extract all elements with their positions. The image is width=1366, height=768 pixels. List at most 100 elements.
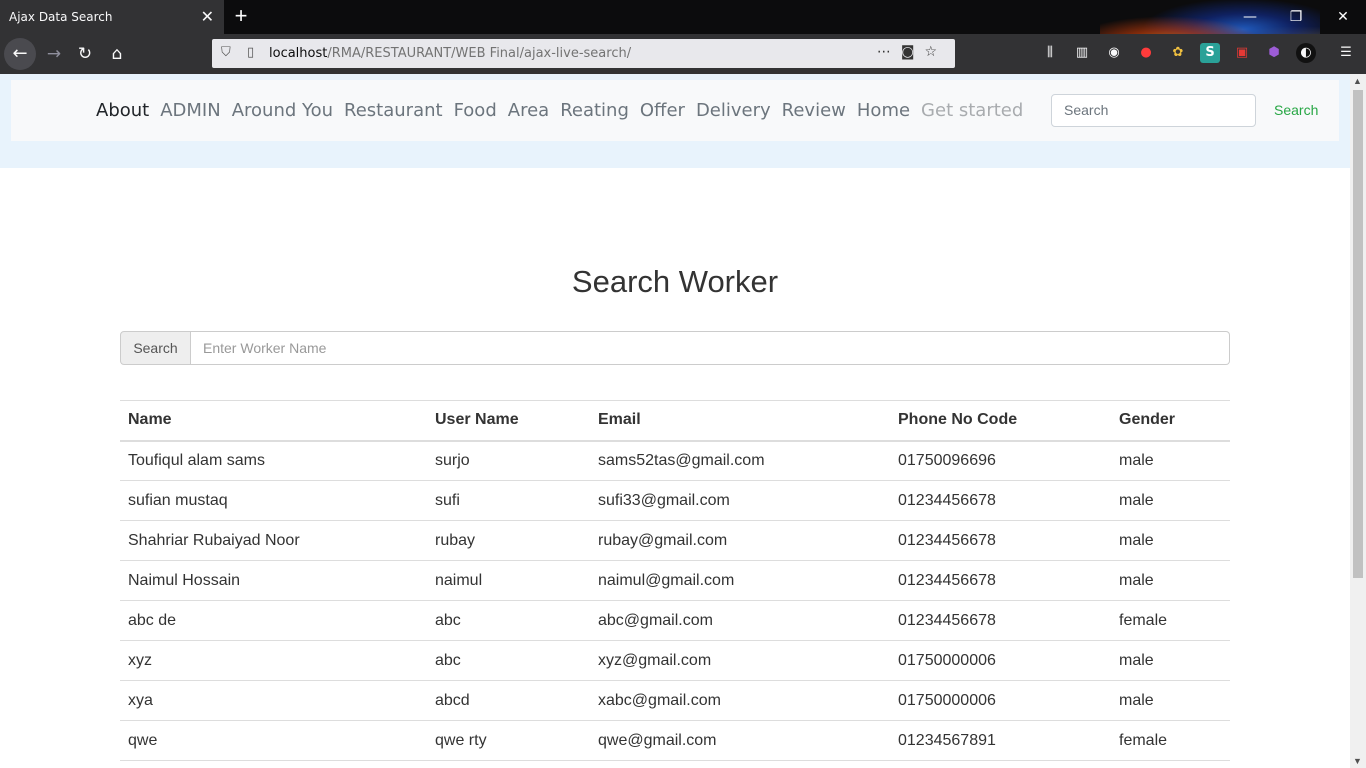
minimize-icon[interactable]: — (1227, 0, 1273, 34)
cell-gender: male (1111, 440, 1230, 481)
table-row: xyz abc xyz@gmail.com 01750000006 male (120, 640, 1230, 681)
sidebar-icon[interactable]: ▥ (1072, 43, 1092, 63)
extension-color-icon[interactable]: ✿ (1168, 43, 1188, 63)
site-search-input[interactable]: Search (1051, 94, 1256, 127)
cell-phone: 01234456678 (890, 480, 1111, 521)
header-user-name: User Name (427, 400, 590, 442)
extension-purple-icon[interactable]: ⬢ (1264, 43, 1284, 63)
menu-hamburger-icon[interactable]: ☰ (1336, 43, 1356, 63)
cell-user-name: abcd (427, 680, 590, 721)
url-host: localhost (269, 46, 328, 61)
browser-tab[interactable]: Ajax Data Search ✕ (0, 0, 224, 34)
reload-icon[interactable]: ↻ (71, 40, 99, 68)
table-row: abc de abc abc@gmail.com 01234456678 female (120, 600, 1230, 641)
page-title: Search Worker (571, 264, 779, 299)
cell-phone: 01750000006 (890, 640, 1111, 681)
header-email: Email (590, 400, 890, 442)
cell-gender: male (1111, 520, 1230, 561)
cell-name: Naimul Hossain (120, 560, 427, 601)
cell-name: xya (120, 680, 427, 721)
back-arrow-icon[interactable]: ← (4, 38, 36, 70)
header-phone: Phone No Code (890, 400, 1111, 442)
cell-user-name: rubay (427, 520, 590, 561)
table-row: Naimul Hossain naimul naimul@gmail.com 0123… (120, 560, 1230, 601)
url-text[interactable]: localhost/RMA/RESTAURANT/WEB Final/ajax-… (269, 46, 631, 61)
tab-title: Ajax Data Search (9, 10, 113, 24)
cell-name: xyz (120, 640, 427, 681)
cell-user-name: abc (427, 600, 590, 641)
restore-icon[interactable]: ❐ (1273, 0, 1319, 34)
page-scrollbar[interactable]: ▲ ▼ (1350, 74, 1366, 768)
address-bar[interactable]: ⛉ ▯ localhost/RMA/RESTAURANT/WEB Final/a… (212, 39, 955, 68)
cell-email: xabc@gmail.com (590, 680, 890, 721)
browser-titlebar: Ajax Data Search ✕ + — ❐ ✕ (0, 0, 1366, 74)
table-row: Toufiqul alam sams surjo sams52tas@gmail.c… (120, 440, 1230, 481)
cell-email: qwe@gmail.com (590, 720, 890, 761)
worker-table: Name User Name Email Phone No Code Gende… (120, 400, 1230, 761)
cell-email: naimul@gmail.com (590, 560, 890, 601)
nav-link-home[interactable]: Home (857, 100, 910, 121)
nav-link-area[interactable]: Area (508, 100, 549, 121)
cell-gender: male (1111, 560, 1230, 601)
nav-link-admin[interactable]: ADMIN (160, 100, 220, 121)
home-icon[interactable]: ⌂ (103, 40, 131, 68)
cell-email: rubay@gmail.com (590, 520, 890, 561)
header-name: Name (120, 400, 427, 442)
extension-screenshot-icon[interactable]: ▣ (1232, 43, 1252, 63)
tab-close-icon[interactable]: ✕ (201, 0, 214, 34)
site-search-button[interactable]: Search (1268, 94, 1324, 127)
cell-user-name: naimul (427, 560, 590, 601)
site-nav-links: About ADMIN Around You Restaurant Food Area Re… (96, 80, 1034, 141)
extension-dark-icon[interactable]: ◐ (1296, 43, 1316, 63)
account-icon[interactable]: ◉ (1104, 43, 1124, 63)
cell-name: qwe (120, 720, 427, 761)
scroll-thumb[interactable] (1353, 90, 1363, 578)
page-actions[interactable]: ⋯◙☆ (877, 44, 947, 60)
nav-link-get-started[interactable]: Get started (921, 100, 1023, 121)
worker-search-input[interactable]: Enter Worker Name (191, 331, 1230, 365)
scroll-down-icon[interactable]: ▼ (1353, 756, 1362, 766)
nav-link-food[interactable]: Food (454, 100, 497, 121)
cell-gender: female (1111, 720, 1230, 761)
url-path: /RMA/RESTAURANT/WEB Final/ajax-live-sear… (327, 46, 632, 61)
cell-phone: 01234456678 (890, 600, 1111, 641)
table-header-row: Name User Name Email Phone No Code Gende… (120, 400, 1230, 442)
forward-arrow-icon[interactable]: → (40, 40, 68, 68)
cell-name: Shahriar Rubaiyad Noor (120, 520, 427, 561)
scroll-up-icon[interactable]: ▲ (1353, 76, 1362, 86)
cell-user-name: surjo (427, 440, 590, 481)
worker-search-group: Search Enter Worker Name (120, 331, 1230, 365)
nav-link-reating[interactable]: Reating (560, 100, 629, 121)
cell-email: sams52tas@gmail.com (590, 440, 890, 481)
cell-phone: 01750000006 (890, 680, 1111, 721)
cell-gender: female (1111, 600, 1230, 641)
extension-lock-icon[interactable]: ● (1136, 43, 1156, 63)
cell-user-name: abc (427, 640, 590, 681)
cell-gender: male (1111, 480, 1230, 521)
cell-phone: 01750096696 (890, 440, 1111, 481)
tracking-shield-icon[interactable]: ⛉ (221, 45, 231, 60)
nav-link-review[interactable]: Review (782, 100, 846, 121)
cell-gender: male (1111, 640, 1230, 681)
new-tab-icon[interactable]: + (231, 4, 251, 28)
cell-user-name: qwe rty (427, 720, 590, 761)
window-close-icon[interactable]: ✕ (1320, 0, 1366, 34)
library-icon[interactable]: ⫼ (1040, 43, 1060, 63)
nav-link-delivery[interactable]: Delivery (696, 100, 771, 121)
site-header: About ADMIN Around You Restaurant Food Area Re… (0, 74, 1350, 168)
page-viewport: About ADMIN Around You Restaurant Food Area Re… (0, 74, 1350, 768)
page-info-icon[interactable]: ▯ (247, 45, 254, 60)
nav-link-offer[interactable]: Offer (640, 100, 685, 121)
table-row: qwe qwe rty qwe@gmail.com 01234567891 female (120, 720, 1230, 761)
nav-link-about[interactable]: About (96, 100, 149, 121)
cell-phone: 01234456678 (890, 520, 1111, 561)
nav-link-around-you[interactable]: Around You (232, 100, 333, 121)
site-navbar: About ADMIN Around You Restaurant Food Area Re… (11, 80, 1339, 141)
cell-name: Toufiqul alam sams (120, 440, 427, 481)
cell-name: abc de (120, 600, 427, 641)
extension-s-icon[interactable]: S (1200, 43, 1220, 63)
cell-name: sufian mustaq (120, 480, 427, 521)
cell-email: abc@gmail.com (590, 600, 890, 641)
nav-link-restaurant[interactable]: Restaurant (344, 100, 443, 121)
cell-email: sufi33@gmail.com (590, 480, 890, 521)
